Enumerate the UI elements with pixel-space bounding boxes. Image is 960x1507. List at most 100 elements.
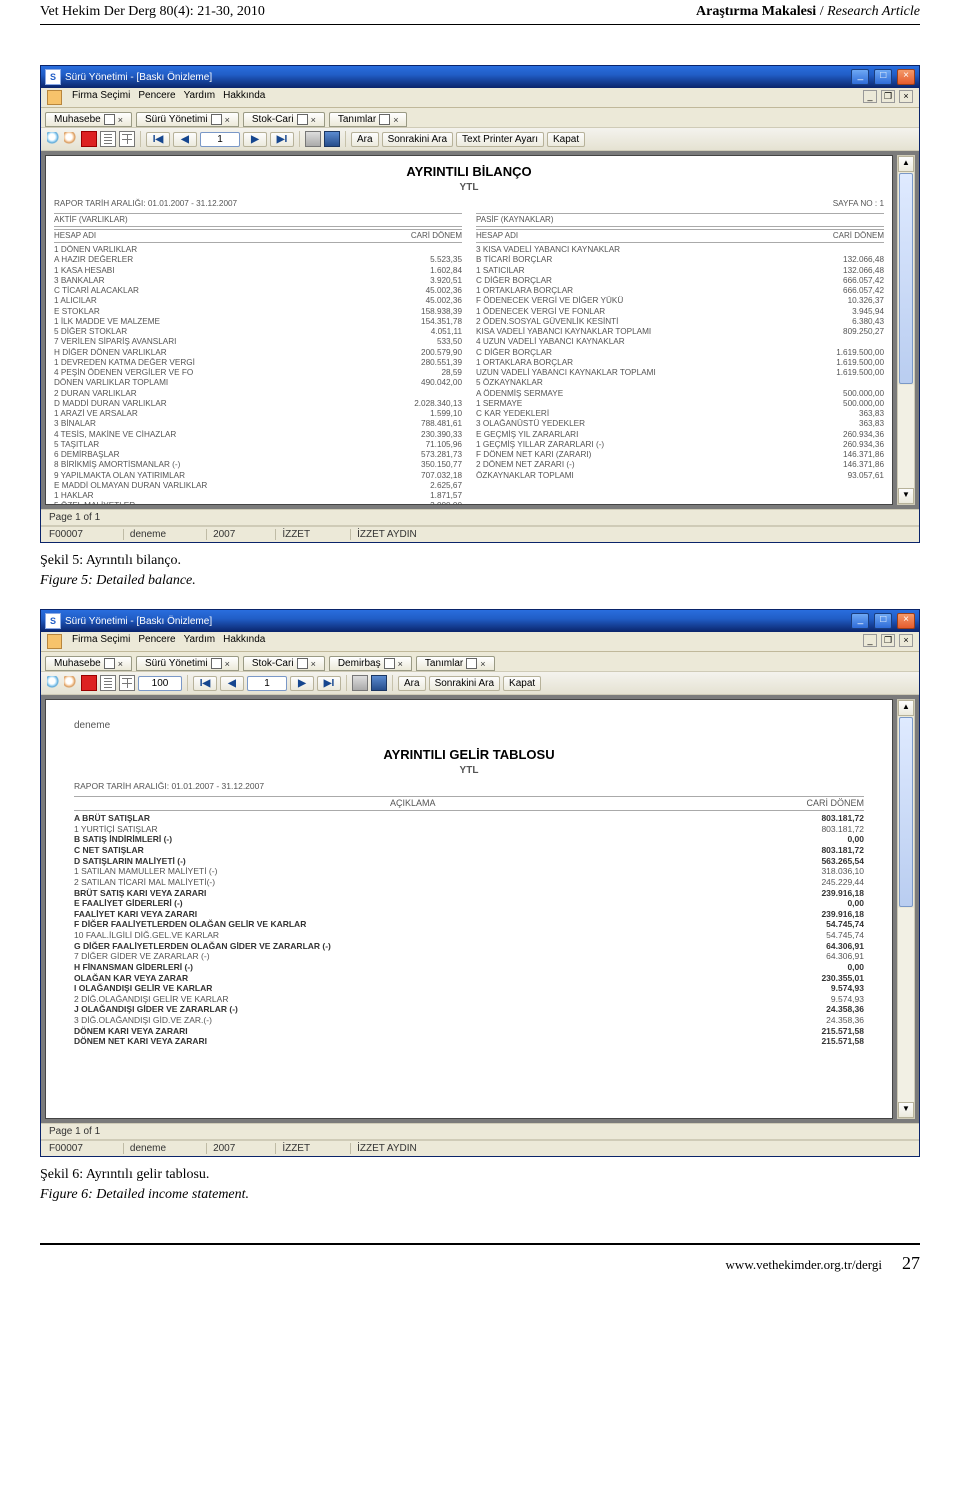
prev-page-icon[interactable]: ◀	[173, 132, 197, 147]
report-row: 8 BİRİKMİŞ AMORTİSMANLAR (-)350.150,77	[54, 460, 462, 470]
menu-item[interactable]: Pencere	[138, 90, 175, 105]
zoom-in-icon[interactable]	[47, 676, 61, 690]
zoom-input[interactable]: 100	[138, 676, 182, 691]
tab-close-icon[interactable]: ×	[225, 115, 230, 125]
last-page-icon[interactable]: ▶I	[270, 132, 294, 147]
close-icon[interactable]: ×	[897, 69, 915, 85]
tab-close-icon[interactable]: ×	[118, 115, 123, 125]
tab-tanimlar[interactable]: Tanımlar×	[416, 656, 495, 671]
mdi-tabs[interactable]: Muhasebe× Sürü Yönetimi× Stok-Cari× Tanı…	[41, 108, 919, 127]
stop-icon[interactable]	[81, 131, 97, 147]
tab-close-icon[interactable]: ×	[118, 659, 123, 669]
tab-demirbas[interactable]: Demirbaş×	[329, 656, 412, 671]
first-page-icon[interactable]: I◀	[146, 132, 170, 147]
print-icon[interactable]	[305, 131, 321, 147]
tab-tanimlar[interactable]: Tanımlar×	[329, 112, 408, 127]
close-button[interactable]: Kapat	[547, 132, 585, 147]
close-button[interactable]: Kapat	[503, 676, 541, 691]
next-page-icon[interactable]: ▶	[290, 676, 314, 691]
zoom-in-icon[interactable]	[47, 132, 61, 146]
window-titlebar[interactable]: S Sürü Yönetimi - [Baskı Önizleme] _ □ ×	[41, 66, 919, 88]
menu-item[interactable]: Firma Seçimi	[72, 634, 130, 649]
menu-item[interactable]: Firma Seçimi	[72, 90, 130, 105]
menu-bar[interactable]: Firma Seçimi Pencere Yardım Hakkında _ ❐…	[41, 632, 919, 652]
tab-close-icon[interactable]: ×	[311, 115, 316, 125]
preview-toolbar[interactable]: 100 I◀ ◀ 1 ▶ ▶I Ara Sonrakini Ara Kapat	[41, 671, 919, 695]
printer-settings-button[interactable]: Text Printer Ayarı	[456, 132, 544, 147]
menu-bar[interactable]: Firma Seçimi Pencere Yardım Hakkında _ ❐…	[41, 88, 919, 108]
preview-viewport[interactable]: deneme AYRINTILI GELİR TABLOSU YTL RAPOR…	[41, 695, 919, 1123]
next-page-icon[interactable]: ▶	[243, 132, 267, 147]
tab-stok[interactable]: Stok-Cari×	[243, 656, 325, 671]
menu-item[interactable]: Yardım	[184, 634, 216, 649]
search-next-button[interactable]: Sonrakini Ara	[382, 132, 453, 147]
vertical-scrollbar[interactable]: ▲ ▼	[897, 155, 915, 505]
tab-muhasebe[interactable]: Muhasebe×	[45, 112, 132, 127]
mdi-close-icon[interactable]: ×	[899, 634, 913, 647]
single-page-icon[interactable]	[100, 131, 116, 147]
scroll-up-icon[interactable]: ▲	[898, 700, 914, 716]
maximize-icon[interactable]: □	[874, 69, 892, 85]
status-company: deneme	[123, 529, 166, 540]
scroll-up-icon[interactable]: ▲	[898, 156, 914, 172]
scroll-down-icon[interactable]: ▼	[898, 1102, 914, 1118]
prev-page-icon[interactable]: ◀	[220, 676, 244, 691]
tab-close-icon[interactable]: ×	[311, 659, 316, 669]
close-icon[interactable]: ×	[897, 613, 915, 629]
print-icon[interactable]	[352, 675, 368, 691]
window-titlebar[interactable]: S Sürü Yönetimi - [Baskı Önizleme] _ □ ×	[41, 610, 919, 632]
tab-stok[interactable]: Stok-Cari×	[243, 112, 325, 127]
last-page-icon[interactable]: ▶I	[317, 676, 341, 691]
tab-suru[interactable]: Sürü Yönetimi×	[136, 112, 239, 127]
multi-page-icon[interactable]	[119, 131, 135, 147]
mdi-minimize-icon[interactable]: _	[863, 90, 877, 103]
stop-icon[interactable]	[81, 675, 97, 691]
tab-close-icon[interactable]: ×	[393, 115, 398, 125]
preview-viewport[interactable]: AYRINTILI BİLANÇO YTL RAPOR TARİH ARALIĞ…	[41, 151, 919, 509]
mdi-close-icon[interactable]: ×	[899, 90, 913, 103]
company-name: deneme	[74, 720, 864, 733]
single-page-icon[interactable]	[100, 675, 116, 691]
multi-page-icon[interactable]	[119, 675, 135, 691]
tab-muhasebe[interactable]: Muhasebe×	[45, 656, 132, 671]
mdi-restore-icon[interactable]: ❐	[881, 634, 895, 647]
page-input[interactable]: 1	[247, 676, 287, 691]
scroll-down-icon[interactable]: ▼	[898, 488, 914, 504]
status-year: 2007	[206, 1143, 235, 1154]
search-button[interactable]: Ara	[398, 676, 426, 691]
window-controls[interactable]: _ □ ×	[849, 613, 915, 629]
minimize-icon[interactable]: _	[851, 69, 869, 85]
menu-item[interactable]: Hakkında	[223, 90, 265, 105]
zoom-out-icon[interactable]	[64, 676, 78, 690]
save-icon[interactable]	[371, 675, 387, 691]
report-row: UZUN VADELİ YABANCI KAYNAKLAR TOPLAMI1.6…	[476, 368, 884, 378]
menu-item[interactable]: Yardım	[184, 90, 216, 105]
maximize-icon[interactable]: □	[874, 613, 892, 629]
mdi-tabs[interactable]: Muhasebe× Sürü Yönetimi× Stok-Cari× Demi…	[41, 652, 919, 671]
report-row: 4 TESİS, MAKİNE VE CİHAZLAR230.390,33	[54, 430, 462, 440]
report-row: 1 KASA HESABI1.602,84	[54, 266, 462, 276]
radio-icon	[104, 658, 115, 669]
first-page-icon[interactable]: I◀	[193, 676, 217, 691]
search-button[interactable]: Ara	[351, 132, 379, 147]
mdi-minimize-icon[interactable]: _	[863, 634, 877, 647]
tab-suru[interactable]: Sürü Yönetimi×	[136, 656, 239, 671]
save-icon[interactable]	[324, 131, 340, 147]
menu-item[interactable]: Pencere	[138, 634, 175, 649]
window-controls[interactable]: _ □ ×	[849, 69, 915, 85]
scroll-thumb[interactable]	[899, 173, 913, 384]
report-row: 1 ALICILAR45.002,36	[54, 296, 462, 306]
minimize-icon[interactable]: _	[851, 613, 869, 629]
tab-close-icon[interactable]: ×	[480, 659, 485, 669]
menu-item[interactable]: Hakkında	[223, 634, 265, 649]
zoom-out-icon[interactable]	[64, 132, 78, 146]
search-next-button[interactable]: Sonrakini Ara	[429, 676, 500, 691]
report-currency: YTL	[54, 182, 884, 195]
page-input[interactable]: 1	[200, 132, 240, 147]
preview-toolbar[interactable]: I◀ ◀ 1 ▶ ▶I Ara Sonrakini Ara Text Print…	[41, 127, 919, 151]
tab-close-icon[interactable]: ×	[398, 659, 403, 669]
vertical-scrollbar[interactable]: ▲ ▼	[897, 699, 915, 1119]
mdi-restore-icon[interactable]: ❐	[881, 90, 895, 103]
tab-close-icon[interactable]: ×	[225, 659, 230, 669]
scroll-thumb[interactable]	[899, 717, 913, 907]
